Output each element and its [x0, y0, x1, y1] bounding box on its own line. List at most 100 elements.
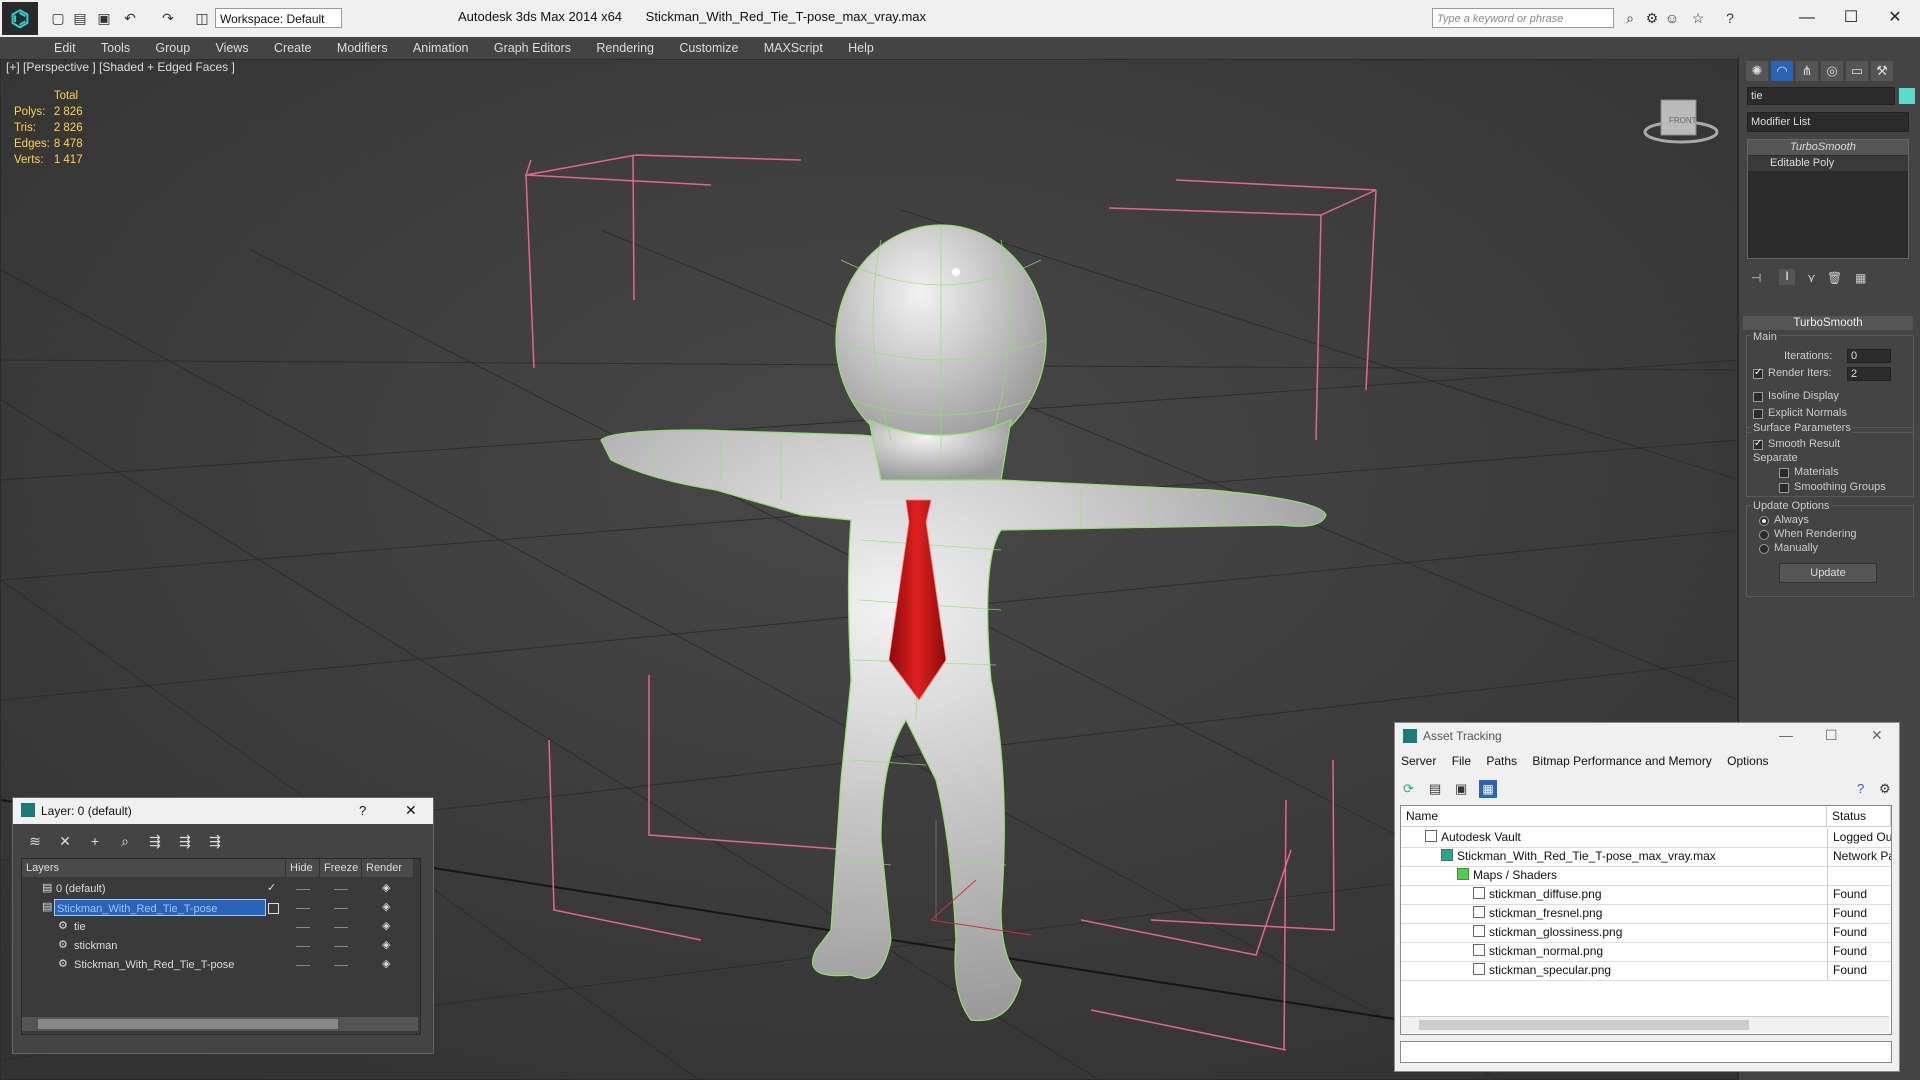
modifier-list-dropdown[interactable]: Modifier List — [1747, 112, 1909, 132]
thumbnail-view-icon[interactable]: ▣ — [1455, 781, 1467, 797]
menu-rendering[interactable]: Rendering — [596, 37, 654, 59]
layer-dialog-titlebar[interactable]: Layer: 0 (default) ? ✕ — [13, 798, 433, 824]
delete-layer-icon[interactable]: ✕ — [55, 831, 75, 851]
motion-tab-icon[interactable]: ◎ — [1821, 61, 1843, 81]
render-icon[interactable]: ◈ — [382, 936, 390, 955]
menu-graph-editors[interactable]: Graph Editors — [494, 37, 571, 59]
column-render[interactable]: Render — [362, 859, 414, 877]
hide-all-icon[interactable]: ⇶ — [175, 831, 195, 851]
object-color-swatch[interactable] — [1899, 88, 1915, 104]
asset-row[interactable]: stickman_glossiness.png Found — [1401, 923, 1891, 943]
menu-bitmap-performance[interactable]: Bitmap Performance and Memory — [1532, 751, 1711, 771]
asset-row[interactable]: stickman_diffuse.png Found — [1401, 885, 1891, 905]
binoculars-icon[interactable]: ⌕ — [1622, 10, 1638, 26]
layer-row[interactable]: ⚙ tie ◈ — [22, 917, 420, 936]
new-layer-icon[interactable]: ≋ — [25, 831, 45, 851]
menu-group[interactable]: Group — [155, 37, 190, 59]
iterations-spinner[interactable]: 0 — [1847, 349, 1891, 363]
subscription-icon[interactable]: ☺ — [1664, 10, 1680, 26]
hierarchy-tab-icon[interactable]: ⋔ — [1796, 61, 1818, 81]
settings-icon[interactable]: ⚙ — [1879, 781, 1891, 797]
column-hide[interactable]: Hide — [286, 859, 320, 877]
show-end-result-icon[interactable]: I — [1779, 269, 1795, 285]
asset-row[interactable]: stickman_normal.png Found — [1401, 942, 1891, 962]
add-to-layer-icon[interactable]: + — [85, 831, 105, 851]
explicit-normals-checkbox[interactable] — [1753, 409, 1763, 419]
render-iters-checkbox[interactable] — [1753, 367, 1763, 379]
stack-item-turbosmooth[interactable]: TurboSmooth — [1748, 140, 1908, 155]
menu-help[interactable]: Help — [848, 37, 874, 59]
menu-options[interactable]: Options — [1727, 751, 1768, 771]
menu-file[interactable]: File — [1452, 751, 1471, 771]
menu-create[interactable]: Create — [274, 37, 312, 59]
menu-tools[interactable]: Tools — [101, 37, 130, 59]
close-icon[interactable]: ✕ — [1871, 727, 1883, 744]
menu-views[interactable]: Views — [216, 37, 249, 59]
maximize-icon[interactable]: ☐ — [1825, 727, 1838, 744]
render-icon[interactable]: ◈ — [382, 917, 390, 936]
smoothing-groups-checkbox[interactable] — [1779, 483, 1789, 493]
table-view-icon[interactable]: ▦ — [1479, 780, 1497, 798]
close-icon[interactable]: ✕ — [405, 802, 417, 819]
maximize-icon[interactable]: ☐ — [1836, 6, 1866, 30]
layer-row-selected[interactable]: ▤ Stickman_With_Red_Tie_T-pose ◈ — [22, 898, 420, 917]
help-icon[interactable]: ? — [1722, 10, 1738, 26]
minimize-icon[interactable]: — — [1792, 6, 1822, 30]
turbosmooth-rollout-header[interactable]: TurboSmooth — [1743, 316, 1913, 330]
update-button[interactable]: Update — [1779, 563, 1877, 583]
infocenter-icon[interactable]: ⚙ — [1644, 10, 1660, 26]
asset-row[interactable]: stickman_specular.png Found — [1401, 961, 1891, 981]
render-iters-spinner[interactable]: 2 — [1847, 367, 1891, 381]
menu-edit[interactable]: Edit — [54, 37, 76, 59]
menu-customize[interactable]: Customize — [679, 37, 738, 59]
render-icon[interactable]: ◈ — [382, 879, 390, 898]
asset-row[interactable]: Stickman_With_Red_Tie_T-pose_max_vray.ma… — [1401, 847, 1891, 867]
menu-animation[interactable]: Animation — [413, 37, 469, 59]
menu-server[interactable]: Server — [1401, 751, 1436, 771]
always-radio[interactable] — [1759, 516, 1769, 526]
smooth-result-checkbox[interactable] — [1753, 438, 1763, 450]
highlight-layer-icon[interactable]: ⇶ — [145, 831, 165, 851]
freeze-all-icon[interactable]: ⇶ — [205, 831, 225, 851]
column-freeze[interactable]: Freeze — [320, 859, 362, 877]
display-tab-icon[interactable]: ▭ — [1846, 61, 1868, 81]
close-icon[interactable]: ✕ — [1880, 6, 1910, 30]
make-unique-icon[interactable]: ⋎ — [1807, 271, 1816, 285]
layer-row[interactable]: ⚙ Stickman_With_Red_Tie_T-pose ◈ — [22, 955, 420, 974]
menu-maxscript[interactable]: MAXScript — [764, 37, 823, 59]
utilities-tab-icon[interactable]: ⚒ — [1871, 61, 1893, 81]
refresh-icon[interactable]: ⟳ — [1403, 781, 1414, 797]
manually-radio[interactable] — [1759, 544, 1769, 554]
select-objects-icon[interactable]: ⌕ — [115, 831, 135, 851]
menu-paths[interactable]: Paths — [1486, 751, 1517, 771]
asset-dialog-titlebar[interactable]: Asset Tracking — ☐ ✕ — [1395, 723, 1899, 749]
asset-row[interactable]: stickman_fresnel.png Found — [1401, 904, 1891, 924]
configure-modifier-sets-icon[interactable]: ▦ — [1855, 271, 1866, 285]
column-status[interactable]: Status — [1827, 806, 1891, 827]
create-tab-icon[interactable]: ✺ — [1746, 61, 1768, 81]
viewport-label[interactable]: [+] [Perspective ] [Shaded + Edged Faces… — [6, 60, 235, 74]
asset-row[interactable]: Maps / Shaders — [1401, 866, 1891, 886]
layer-row[interactable]: ⚙ stickman ◈ — [22, 936, 420, 955]
list-view-icon[interactable]: ▤ — [1429, 781, 1441, 797]
object-name-field[interactable]: tie — [1747, 87, 1895, 105]
column-layers[interactable]: Layers — [22, 859, 286, 877]
materials-checkbox[interactable] — [1779, 468, 1789, 478]
modify-tab-icon[interactable]: ◠ — [1771, 61, 1793, 81]
asset-row[interactable]: Autodesk Vault Logged Out ... — [1401, 828, 1891, 848]
asset-path-field[interactable] — [1400, 1041, 1892, 1063]
render-icon[interactable]: ◈ — [382, 898, 390, 917]
column-name[interactable]: Name — [1401, 806, 1827, 827]
menu-modifiers[interactable]: Modifiers — [337, 37, 388, 59]
horizontal-scrollbar[interactable] — [22, 1017, 418, 1031]
favorites-icon[interactable]: ☆ — [1690, 10, 1706, 26]
layer-row[interactable]: ▤ 0 (default) ✓ ◈ — [22, 879, 420, 898]
render-icon[interactable]: ◈ — [382, 955, 390, 974]
pin-stack-icon[interactable]: ⊣ — [1751, 271, 1761, 285]
set-current-box-icon[interactable] — [268, 903, 279, 914]
minimize-icon[interactable]: — — [1779, 727, 1793, 743]
help-icon[interactable]: ? — [359, 803, 366, 818]
remove-modifier-icon[interactable]: 🗑 — [1827, 271, 1842, 285]
isoline-display-checkbox[interactable] — [1753, 392, 1763, 402]
horizontal-scrollbar[interactable] — [1401, 1016, 1889, 1033]
